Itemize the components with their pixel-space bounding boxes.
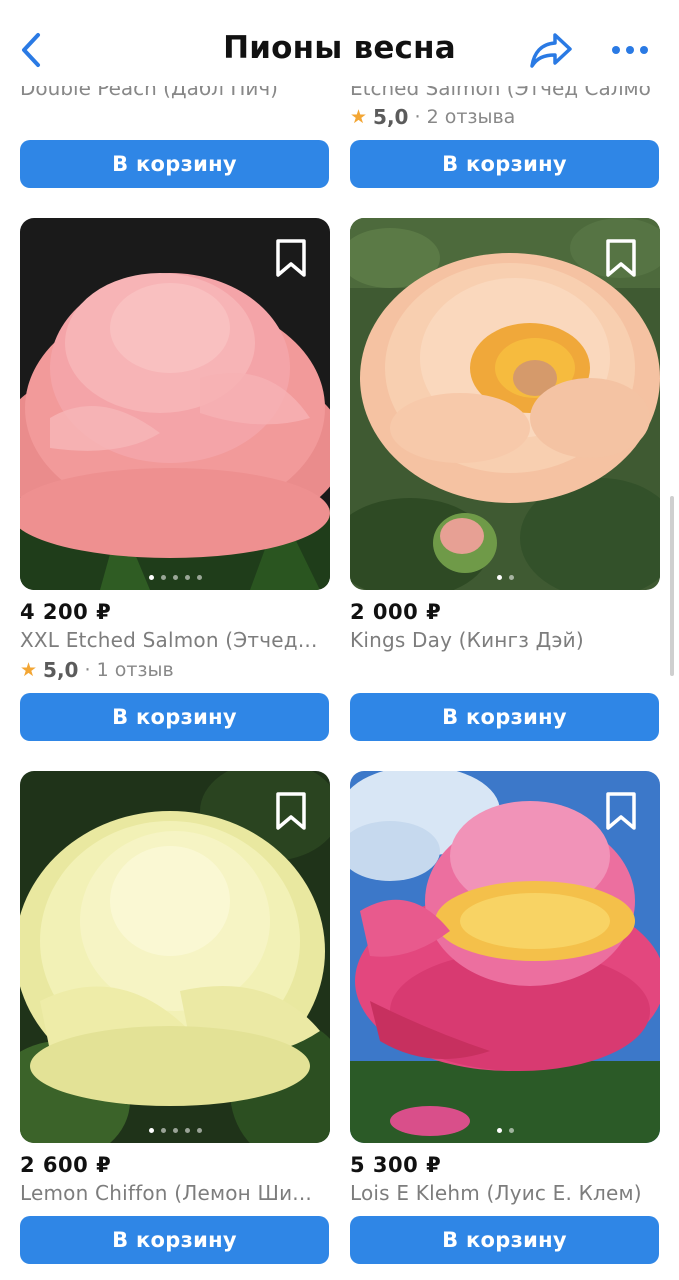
pager-dot: [184, 1128, 190, 1133]
add-to-cart-button[interactable]: В корзину: [20, 140, 329, 188]
page-title: Пионы весна: [223, 30, 456, 66]
bookmark-icon[interactable]: [604, 791, 638, 831]
add-to-cart-button[interactable]: В корзину: [20, 1216, 329, 1264]
pager-dot: [196, 575, 202, 580]
product-price: 2 600 ₽: [20, 1153, 112, 1177]
review-count: · 2 отзыва: [414, 106, 516, 128]
more-dot: [626, 46, 634, 54]
pager-dot: [172, 1128, 178, 1133]
add-to-cart-button[interactable]: В корзину: [350, 1216, 659, 1264]
pager-dot: [508, 1128, 514, 1133]
star-icon: ★: [350, 106, 368, 128]
image-pager: [20, 575, 330, 580]
product-image[interactable]: [350, 771, 660, 1143]
top-bar: Пионы весна: [0, 0, 679, 86]
product-image[interactable]: [350, 218, 660, 590]
pager-dot: [160, 575, 166, 580]
pager-dot: [496, 575, 502, 580]
product-price: 4 200 ₽: [20, 600, 112, 624]
pager-dot: [496, 1128, 502, 1133]
image-pager: [350, 1128, 660, 1133]
star-icon: ★: [20, 659, 38, 681]
product-rating: ★ 5,0 · 2 отзыва: [350, 105, 515, 129]
share-button[interactable]: [528, 30, 574, 70]
pager-dot: [172, 575, 178, 580]
product-price: 2 000 ₽: [350, 600, 442, 624]
more-button[interactable]: [606, 32, 654, 68]
bookmark-icon[interactable]: [604, 238, 638, 278]
share-arrow-icon: [530, 33, 572, 68]
image-pager: [20, 1128, 330, 1133]
more-dot: [612, 46, 620, 54]
add-to-cart-button[interactable]: В корзину: [350, 693, 659, 741]
add-to-cart-button[interactable]: В корзину: [350, 140, 659, 188]
product-image[interactable]: [20, 771, 330, 1143]
pager-dot: [184, 575, 190, 580]
rating-score: 5,0: [43, 658, 79, 682]
pager-dot: [508, 575, 514, 580]
pager-dot: [148, 575, 154, 580]
product-name[interactable]: Kings Day (Кингз Дэй): [350, 628, 658, 652]
product-rating: ★ 5,0 · 1 отзыв: [20, 658, 174, 682]
pager-dot: [160, 1128, 166, 1133]
product-name[interactable]: Lemon Chiffon (Лемон Ши...: [20, 1181, 328, 1205]
product-image[interactable]: [20, 218, 330, 590]
pager-dot: [196, 1128, 202, 1133]
more-dot: [640, 46, 648, 54]
scrollbar[interactable]: [670, 496, 674, 676]
product-name[interactable]: Lois E Klehm (Луис Е. Клем): [350, 1181, 658, 1205]
product-name[interactable]: XXL Etched Salmon (Этчед...: [20, 628, 328, 652]
add-to-cart-button[interactable]: В корзину: [20, 693, 329, 741]
review-count: · 1 отзыв: [84, 659, 174, 681]
product-price: 5 300 ₽: [350, 1153, 442, 1177]
image-pager: [350, 575, 660, 580]
bookmark-icon[interactable]: [274, 238, 308, 278]
pager-dot: [148, 1128, 154, 1133]
bookmark-icon[interactable]: [274, 791, 308, 831]
rating-score: 5,0: [373, 105, 409, 129]
